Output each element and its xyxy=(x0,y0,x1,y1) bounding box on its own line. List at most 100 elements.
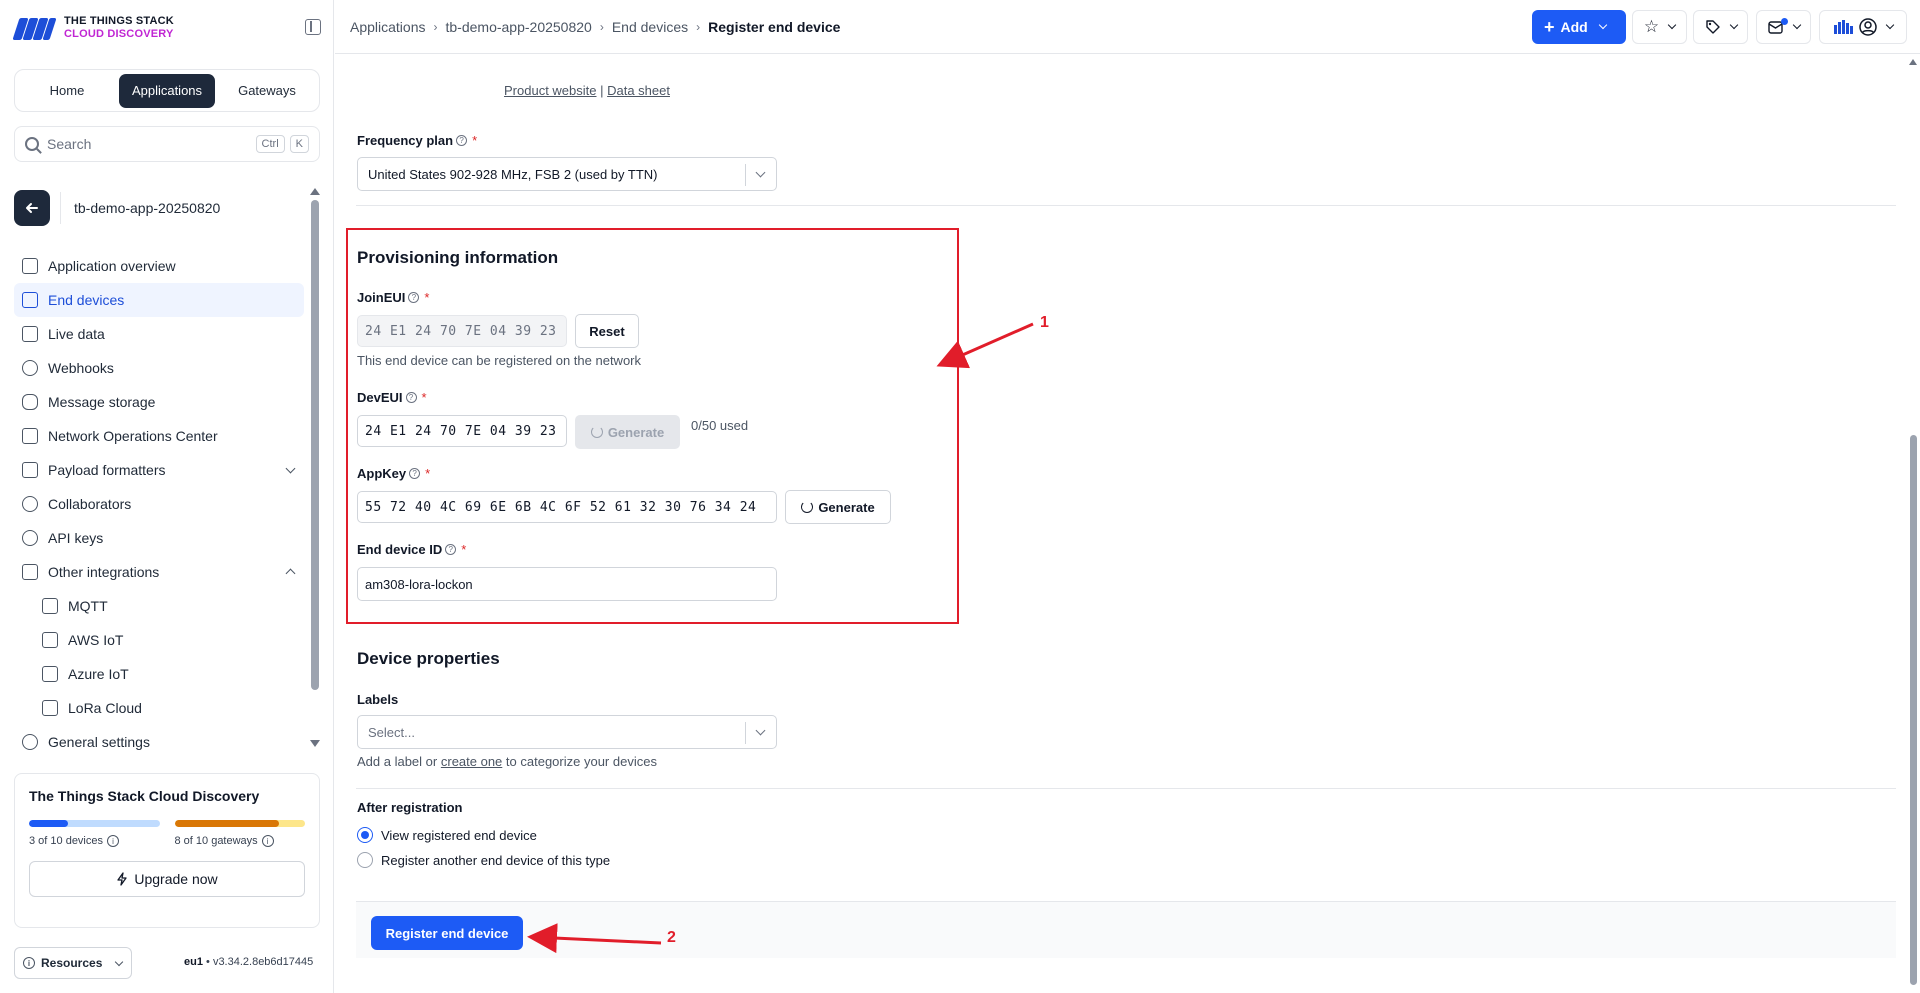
list-icon xyxy=(22,326,38,342)
code-icon xyxy=(22,462,38,478)
breadcrumb-applications[interactable]: Applications xyxy=(350,19,426,35)
radio-view-registered[interactable]: View registered end device xyxy=(357,827,537,843)
device-links: Product website | Data sheet xyxy=(504,83,670,98)
sidebar-item-payload-formatters[interactable]: Payload formatters xyxy=(14,453,304,487)
helper-text: to categorize your devices xyxy=(505,754,657,769)
notifications-button[interactable] xyxy=(1756,10,1811,44)
key-icon xyxy=(22,530,38,546)
sidebar-item-mqtt[interactable]: MQTT xyxy=(14,589,304,623)
sidebar-item-message-storage[interactable]: Message storage xyxy=(14,385,304,419)
breadcrumb: Applications › tb-demo-app-20250820 › En… xyxy=(350,19,840,35)
database-icon xyxy=(22,394,38,410)
shortcut-key-ctrl: Ctrl xyxy=(255,135,285,153)
sidebar-item-general-settings[interactable]: General settings xyxy=(14,725,304,759)
chart-icon xyxy=(22,428,38,444)
sidebar-item-label: End devices xyxy=(48,292,125,308)
application-name: tb-demo-app-20250820 xyxy=(74,200,221,216)
sidebar-item-end-devices[interactable]: End devices xyxy=(14,283,304,317)
scroll-down-icon[interactable] xyxy=(310,740,320,747)
breadcrumb-end-devices[interactable]: End devices xyxy=(612,19,688,35)
labels-helper: Add a label or create one to categorize … xyxy=(357,754,657,769)
sidebar-item-label: Application overview xyxy=(48,258,176,274)
chevron-down-icon xyxy=(755,725,766,736)
chevron-down-icon xyxy=(1885,20,1895,30)
logo[interactable]: THE THINGS STACK CLOUD DISCOVERY xyxy=(12,14,174,42)
tab-home[interactable]: Home xyxy=(19,74,115,108)
sidebar-item-label: Live data xyxy=(48,326,105,342)
sidebar-item-azure-iot[interactable]: Azure IoT xyxy=(14,657,304,691)
sidebar-item-network-operations-center[interactable]: Network Operations Center xyxy=(14,419,304,453)
chevron-down-icon xyxy=(1667,20,1677,30)
shortcut-key-k: K xyxy=(289,135,309,153)
sidebar-item-webhooks[interactable]: Webhooks xyxy=(14,351,304,385)
sidebar-item-aws-iot[interactable]: AWS IoT xyxy=(14,623,304,657)
divider xyxy=(356,788,1896,789)
resources-button[interactable]: i Resources xyxy=(14,947,132,979)
nav-tabs: Home Applications Gateways xyxy=(14,69,320,112)
gateways-usage-bar xyxy=(174,820,305,827)
account-button[interactable] xyxy=(1819,10,1907,44)
scroll-up-icon[interactable] xyxy=(310,188,320,195)
frequency-plan-select[interactable]: United States 902-928 MHz, FSB 2 (used b… xyxy=(357,157,777,191)
info-icon[interactable]: i xyxy=(261,835,274,847)
radio-unselected-icon xyxy=(357,852,373,868)
scrollbar-thumb[interactable] xyxy=(1910,435,1917,985)
sidebar-item-label: API keys xyxy=(48,530,104,546)
sidebar-item-other-integrations[interactable]: Other integrations xyxy=(14,555,304,589)
chevron-down-icon xyxy=(1729,20,1738,30)
top-header: Applications › tb-demo-app-20250820 › En… xyxy=(335,0,1920,54)
sidebar-item-application-overview[interactable]: Application overview xyxy=(14,249,304,283)
upgrade-label: Upgrade now xyxy=(134,871,218,887)
search-placeholder: Search xyxy=(47,136,92,152)
labels-select[interactable]: Select... xyxy=(357,715,777,749)
labels-button[interactable] xyxy=(1693,10,1748,44)
search-input[interactable]: Search Ctrl K xyxy=(14,126,320,162)
lightning-icon xyxy=(117,872,128,886)
sidebar-item-label: AWS IoT xyxy=(68,632,124,648)
register-end-device-button[interactable]: Register end device xyxy=(371,916,523,950)
sidebar-item-lora-cloud[interactable]: LoRa Cloud xyxy=(14,691,304,725)
search-icon xyxy=(25,137,39,151)
plan-card: The Things Stack Cloud Discovery 3 of 10… xyxy=(14,773,320,928)
devices-usage-label: 3 of 10 devices xyxy=(29,835,103,847)
sidebar-nav: Application overview End devices Live da… xyxy=(14,249,304,759)
sidebar: THE THINGS STACK CLOUD DISCOVERY Home Ap… xyxy=(0,0,334,993)
add-button[interactable]: + Add xyxy=(1532,10,1626,44)
webhook-icon xyxy=(22,360,38,376)
upgrade-button[interactable]: Upgrade now xyxy=(29,861,305,897)
required-marker: * xyxy=(472,133,478,148)
main-scrollbar[interactable] xyxy=(1907,55,1920,993)
back-button[interactable] xyxy=(14,190,50,226)
integrations-icon xyxy=(22,564,38,580)
sidebar-item-label: Other integrations xyxy=(48,564,160,580)
puzzle-icon xyxy=(42,666,58,682)
chevron-right-icon: › xyxy=(696,20,701,34)
devices-usage-bar xyxy=(29,820,160,827)
puzzle-icon xyxy=(42,598,58,614)
help-icon[interactable]: ? xyxy=(456,135,468,146)
create-label-link[interactable]: create one xyxy=(441,754,502,769)
tab-gateways[interactable]: Gateways xyxy=(219,74,315,108)
plan-title: The Things Stack Cloud Discovery xyxy=(29,788,260,804)
chevron-down-icon xyxy=(1598,20,1607,30)
product-website-link[interactable]: Product website xyxy=(504,83,597,98)
scroll-up-icon[interactable] xyxy=(1909,59,1917,65)
gateways-usage-label: 8 of 10 gateways xyxy=(174,835,258,847)
add-label: Add xyxy=(1560,19,1588,35)
radio-register-another[interactable]: Register another end device of this type xyxy=(357,852,610,868)
sidebar-item-api-keys[interactable]: API keys xyxy=(14,521,304,555)
sidebar-collapse-icon[interactable] xyxy=(305,19,321,35)
breadcrumb-application[interactable]: tb-demo-app-20250820 xyxy=(446,19,592,35)
bookmarks-button[interactable]: ☆ xyxy=(1632,10,1687,44)
labels-placeholder: Select... xyxy=(368,724,415,740)
tab-applications[interactable]: Applications xyxy=(119,73,215,108)
sidebar-scrollbar[interactable] xyxy=(311,200,319,690)
sidebar-item-live-data[interactable]: Live data xyxy=(14,317,304,351)
info-icon[interactable]: i xyxy=(107,835,119,847)
data-sheet-link[interactable]: Data sheet xyxy=(607,83,670,98)
sidebar-item-label: Webhooks xyxy=(48,360,114,376)
radio-label: View registered end device xyxy=(381,827,537,843)
sidebar-item-collaborators[interactable]: Collaborators xyxy=(14,487,304,521)
divider xyxy=(356,205,1896,206)
sidebar-item-label: General settings xyxy=(48,734,150,750)
